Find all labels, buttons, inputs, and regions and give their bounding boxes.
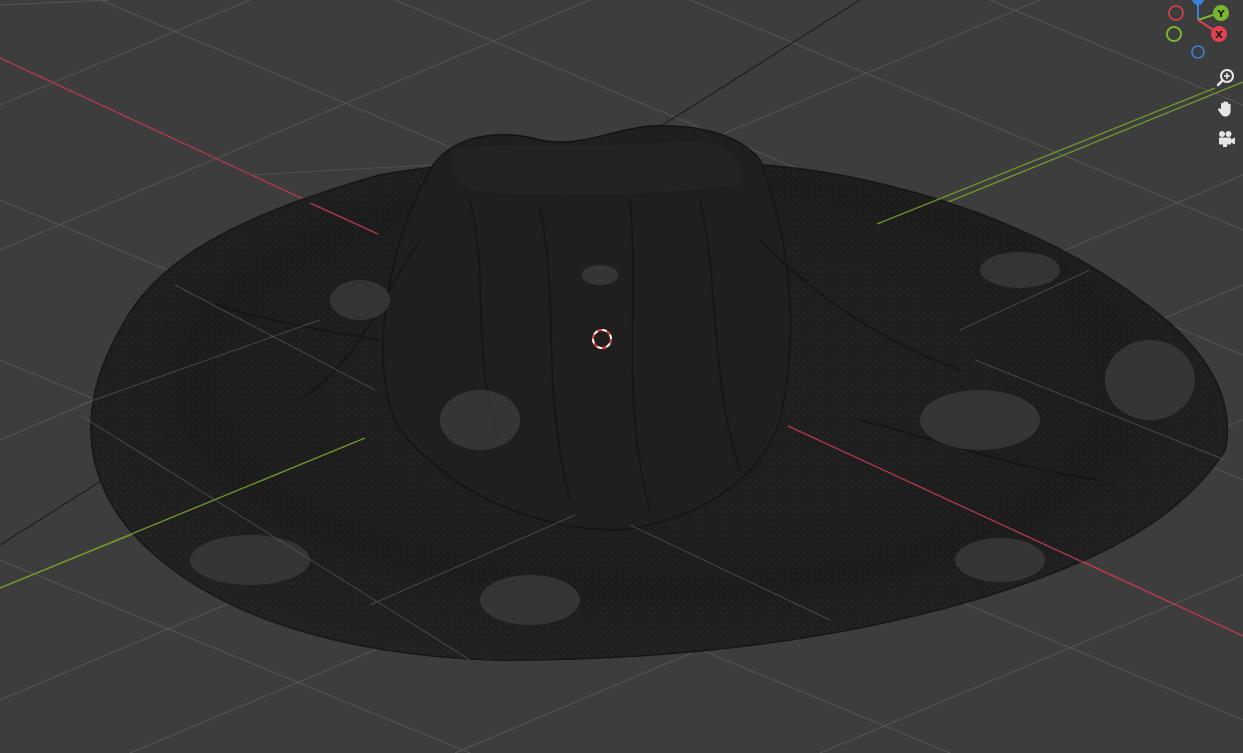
camera-icon: [1219, 131, 1235, 147]
z-axis-icon[interactable]: [1192, 0, 1204, 5]
navigation-gizmo[interactable]: Y X: [1155, 0, 1243, 64]
viewport-scene: [0, 0, 1243, 753]
pan-button[interactable]: [1212, 95, 1240, 123]
x-axis-icon[interactable]: X: [1211, 26, 1227, 42]
x-axis-label: X: [1215, 30, 1223, 41]
neg-x-axis-icon[interactable]: [1168, 5, 1184, 21]
neg-z-axis-icon[interactable]: [1191, 45, 1205, 59]
neg-y-axis-icon[interactable]: [1166, 26, 1182, 42]
zoom-button[interactable]: [1212, 64, 1240, 92]
y-axis-icon[interactable]: Y: [1213, 5, 1229, 21]
zoom-icon: [1216, 69, 1234, 87]
camera-view-button[interactable]: [1212, 125, 1240, 153]
y-axis-label: Y: [1216, 9, 1225, 20]
3d-viewport[interactable]: Y X: [0, 0, 1243, 753]
hand-icon: [1217, 101, 1231, 117]
